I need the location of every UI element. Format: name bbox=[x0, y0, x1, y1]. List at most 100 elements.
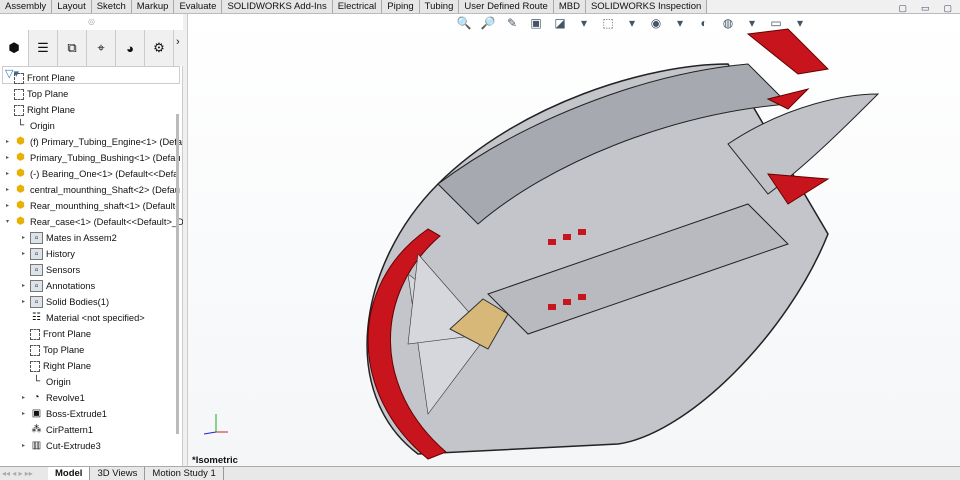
tree-item-label: Rear_case<1> (Default<<Default>_D bbox=[30, 217, 184, 227]
tree-item-label: (-) Bearing_One<1> (Default<<Defa bbox=[30, 169, 179, 179]
engine-model bbox=[203, 28, 880, 460]
part-icon: ⬢ bbox=[16, 216, 25, 227]
tree-item[interactable]: ⁂ CirPattern1 bbox=[22, 422, 94, 438]
tree-item[interactable]: ▸ ⬢ Rear_mounthing_shaft<1> (Default- bbox=[6, 198, 178, 214]
tree-item[interactable]: Top Plane bbox=[22, 342, 84, 358]
expand-toggle-icon[interactable]: ▸ bbox=[6, 134, 14, 150]
tree-item[interactable]: ▫ Sensors bbox=[22, 262, 80, 278]
display-manager-icon[interactable]: ◕ bbox=[116, 30, 145, 66]
tab-assembly[interactable]: Assembly bbox=[0, 0, 53, 13]
tree-item[interactable]: Front Plane bbox=[6, 70, 75, 86]
tab-piping[interactable]: Piping bbox=[382, 0, 420, 13]
expand-toggle-icon[interactable]: ▸ bbox=[22, 390, 30, 406]
cam-icon[interactable]: ⚙ bbox=[145, 30, 174, 66]
tab-user-defined-route[interactable]: User Defined Route bbox=[459, 0, 554, 13]
tab-tubing[interactable]: Tubing bbox=[419, 0, 460, 13]
window-control-icon[interactable]: ▢ bbox=[898, 3, 907, 14]
hud-tool-icon[interactable]: ▾ bbox=[671, 16, 689, 30]
expand-toggle-icon[interactable]: ▸ bbox=[6, 166, 14, 182]
hud-tool-icon[interactable]: ◐ bbox=[695, 16, 713, 30]
expand-toggle-icon[interactable]: ▾ bbox=[6, 214, 14, 230]
hud-tool-icon[interactable]: ▣ bbox=[527, 16, 545, 30]
tree-item[interactable]: └ Origin bbox=[6, 118, 55, 134]
tab-electrical[interactable]: Electrical bbox=[332, 0, 383, 13]
hud-tool-icon[interactable]: ◪ bbox=[551, 16, 569, 30]
hud-tool-icon[interactable]: 🔍 bbox=[455, 16, 473, 30]
tab-3d-views[interactable]: 3D Views bbox=[90, 467, 146, 480]
tree-item[interactable]: Right Plane bbox=[22, 358, 91, 374]
tree-item-label: Origin bbox=[46, 377, 71, 387]
tree-item[interactable]: ▸ ⬢ (f) Primary_Tubing_Engine<1> (Defa bbox=[6, 134, 182, 150]
window-control-icon[interactable]: ▭ bbox=[921, 3, 930, 14]
tab-scroll-arrows[interactable]: ◂◂ ◂ ▸ ▸▸ bbox=[0, 467, 48, 480]
hud-tool-icon[interactable]: ▾ bbox=[623, 16, 641, 30]
tree-item[interactable]: ▸ ▫ Annotations bbox=[22, 278, 95, 294]
property-manager-icon[interactable]: ☰ bbox=[29, 30, 58, 66]
hud-tool-icon[interactable]: ◉ bbox=[647, 16, 665, 30]
tree-item[interactable]: ☷ Material <not specified> bbox=[22, 310, 145, 326]
tab-mbd[interactable]: MBD bbox=[553, 0, 586, 13]
tab-layout[interactable]: Layout bbox=[52, 0, 92, 13]
tree-item[interactable]: ▸ ▫ Mates in Assem2 bbox=[22, 230, 117, 246]
graphics-area[interactable] bbox=[188, 14, 960, 466]
tab-motion-study-1[interactable]: Motion Study 1 bbox=[145, 467, 224, 480]
tree-item[interactable]: ▸ ▣ Boss-Extrude1 bbox=[22, 406, 107, 422]
tab-sketch[interactable]: Sketch bbox=[91, 0, 132, 13]
plane-icon bbox=[14, 104, 24, 116]
plane-icon bbox=[30, 328, 40, 340]
tree-item[interactable]: Right Plane bbox=[6, 102, 75, 118]
feature-manager-icon[interactable]: ⬢ bbox=[0, 30, 29, 66]
tab-model[interactable]: Model bbox=[48, 467, 91, 480]
folder-icon: ▫ bbox=[30, 232, 43, 244]
folder-icon: ▫ bbox=[30, 296, 43, 308]
tree-item[interactable]: ▸ ▫ Solid Bodies(1) bbox=[22, 294, 109, 310]
hud-tool-icon[interactable]: ▾ bbox=[791, 16, 809, 30]
hud-tool-icon[interactable]: ✎ bbox=[503, 16, 521, 30]
tree-item[interactable]: ▸ ⬢ (-) Bearing_One<1> (Default<<Defa bbox=[6, 166, 178, 182]
expand-toggle-icon[interactable]: ▸ bbox=[22, 230, 30, 246]
expand-toggle-icon[interactable]: ▸ bbox=[22, 278, 30, 294]
tree-item[interactable]: ▸ ▥ Cut-Extrude3 bbox=[22, 438, 101, 454]
hud-tool-icon[interactable]: 🔎 bbox=[479, 16, 497, 30]
plane-icon bbox=[14, 72, 24, 84]
hud-tool-icon[interactable]: ⬚ bbox=[599, 16, 617, 30]
hud-tool-icon[interactable]: ▾ bbox=[743, 16, 761, 30]
tab-solidworks-add-ins[interactable]: SOLIDWORKS Add-Ins bbox=[222, 0, 333, 13]
dimxpert-icon[interactable]: ⌖ bbox=[87, 30, 116, 66]
tree-item[interactable]: Top Plane bbox=[6, 86, 68, 102]
tree-item[interactable]: └ Origin bbox=[22, 374, 71, 390]
tree-item[interactable]: ▸ ▫ History bbox=[22, 246, 75, 262]
scrollbar[interactable] bbox=[176, 114, 179, 434]
hud-tool-icon[interactable]: ▭ bbox=[767, 16, 785, 30]
expand-toggle-icon[interactable]: ▸ bbox=[22, 438, 30, 454]
part-icon: ⬢ bbox=[16, 168, 25, 179]
expand-toggle-icon[interactable]: ▸ bbox=[6, 150, 14, 166]
tree-item[interactable]: Front Plane bbox=[22, 326, 91, 342]
expand-toggle-icon[interactable]: ▸ bbox=[22, 246, 30, 262]
hud-tool-icon[interactable]: ▾ bbox=[575, 16, 593, 30]
tree-item[interactable]: ▸ ◔ Revolve1 bbox=[22, 390, 85, 406]
tab-evaluate[interactable]: Evaluate bbox=[174, 0, 223, 13]
tab-solidworks-inspection[interactable]: SOLIDWORKS Inspection bbox=[585, 0, 708, 13]
configuration-manager-icon[interactable]: ⧉ bbox=[58, 30, 87, 66]
tab-markup[interactable]: Markup bbox=[131, 0, 175, 13]
tree-item[interactable]: ▸ ⬢ central_mounthing_Shaft<2> (Defau bbox=[6, 182, 180, 198]
expand-toggle-icon[interactable]: ▸ bbox=[6, 198, 14, 214]
command-manager-tabs: Assembly Layout Sketch Markup Evaluate SOLIDW… bbox=[0, 0, 960, 14]
part-icon: ⬢ bbox=[16, 152, 25, 163]
tree-item-label: Mates in Assem2 bbox=[46, 233, 117, 243]
panel-grip[interactable]: ◎ bbox=[0, 14, 183, 30]
window-control-icon[interactable]: ▢ bbox=[943, 3, 952, 14]
expand-toggle-icon[interactable]: ▸ bbox=[22, 406, 30, 422]
more-tabs-chevron-icon[interactable]: › bbox=[176, 36, 180, 48]
tree-item-label: Origin bbox=[30, 121, 55, 131]
tree-item[interactable]: ▸ ⬢ Primary_Tubing_Bushing<1> (Defau bbox=[6, 150, 181, 166]
tree-item-label: Top Plane bbox=[43, 345, 85, 355]
part-icon: ⬢ bbox=[16, 200, 25, 211]
folder-icon: ▫ bbox=[30, 280, 43, 292]
tree-item[interactable]: ▾ ⬢ Rear_case<1> (Default<<Default>_D bbox=[6, 214, 184, 230]
expand-toggle-icon[interactable]: ▸ bbox=[6, 182, 14, 198]
tree-item-label: Annotations bbox=[46, 281, 96, 291]
hud-tool-icon[interactable]: ◍ bbox=[719, 16, 737, 30]
expand-toggle-icon[interactable]: ▸ bbox=[22, 294, 30, 310]
